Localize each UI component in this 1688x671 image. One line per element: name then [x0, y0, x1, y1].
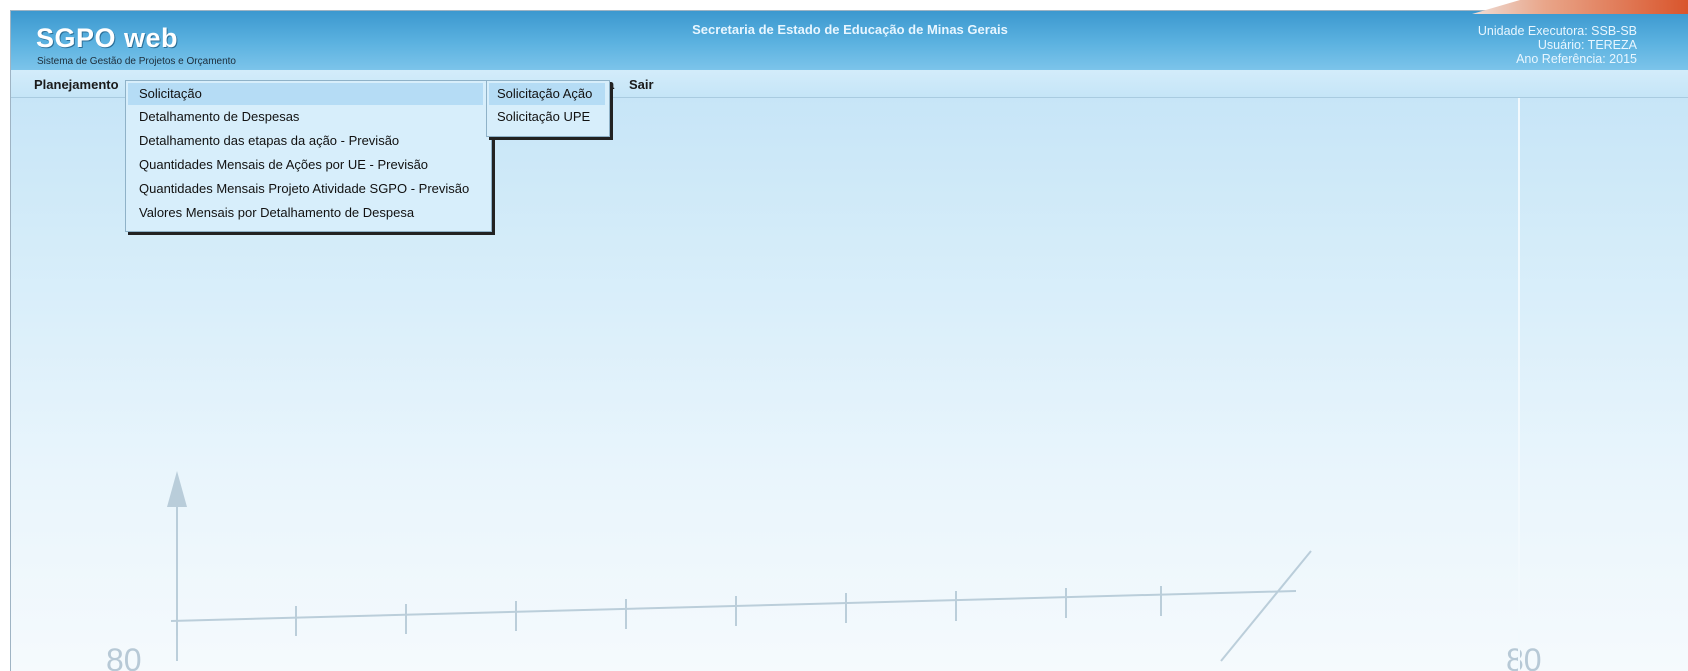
session-info: Unidade Executora: SSB-SB Usuário: TEREZ…: [1478, 24, 1637, 66]
usuario: Usuário: TEREZA: [1537, 38, 1637, 52]
dropdown-item-valores-mensais[interactable]: Valores Mensais por Detalhamento de Desp…: [126, 201, 491, 225]
menu-sair[interactable]: Sair: [629, 77, 654, 92]
ano-referencia: Ano Referência: 2015: [1516, 52, 1637, 66]
dropdown-item-quantidades-projeto-atividade[interactable]: Quantidades Mensais Projeto Atividade SG…: [126, 177, 491, 201]
planejamento-dropdown: Solicitação Detalhamento de Despesas Det…: [125, 80, 492, 232]
bg-axis-horizontal: [170, 590, 1297, 622]
header-banner: SGPO web Sistema de Gestão de Projetos e…: [11, 11, 1688, 70]
bg-axis-arrow: [167, 471, 187, 507]
solicitacao-submenu: Solicitação Ação Solicitação UPE: [486, 80, 610, 137]
dropdown-item-detalhamento-despesas[interactable]: Detalhamento de Despesas: [126, 105, 491, 129]
dropdown-item-detalhamento-etapas[interactable]: Detalhamento das etapas da ação - Previs…: [126, 129, 491, 153]
dropdown-item-quantidades-acoes-ue[interactable]: Quantidades Mensais de Ações por UE - Pr…: [126, 153, 491, 177]
bg-axis-diagonal: [1220, 550, 1312, 662]
submenu-item-solicitacao-acao[interactable]: Solicitação Ação: [489, 83, 605, 105]
app-window: 80 80 SGPO web Sistema de Gestão de Proj…: [10, 10, 1688, 671]
bg-label-left: 80: [106, 642, 142, 671]
unidade-executora: Unidade Executora: SSB-SB: [1477, 24, 1637, 38]
corner-decoration: [1472, 0, 1688, 14]
content-divider: [1518, 97, 1520, 671]
app-logo-subtitle: Sistema de Gestão de Projetos e Orçament…: [37, 56, 236, 67]
menu-planejamento[interactable]: Planejamento: [34, 77, 119, 92]
bg-label-right: 80: [1506, 642, 1542, 671]
submenu-item-solicitacao-upe[interactable]: Solicitação UPE: [487, 105, 609, 129]
organization-title: Secretaria de Estado de Educação de Mina…: [692, 22, 1008, 37]
dropdown-item-solicitacao[interactable]: Solicitação: [128, 83, 483, 105]
